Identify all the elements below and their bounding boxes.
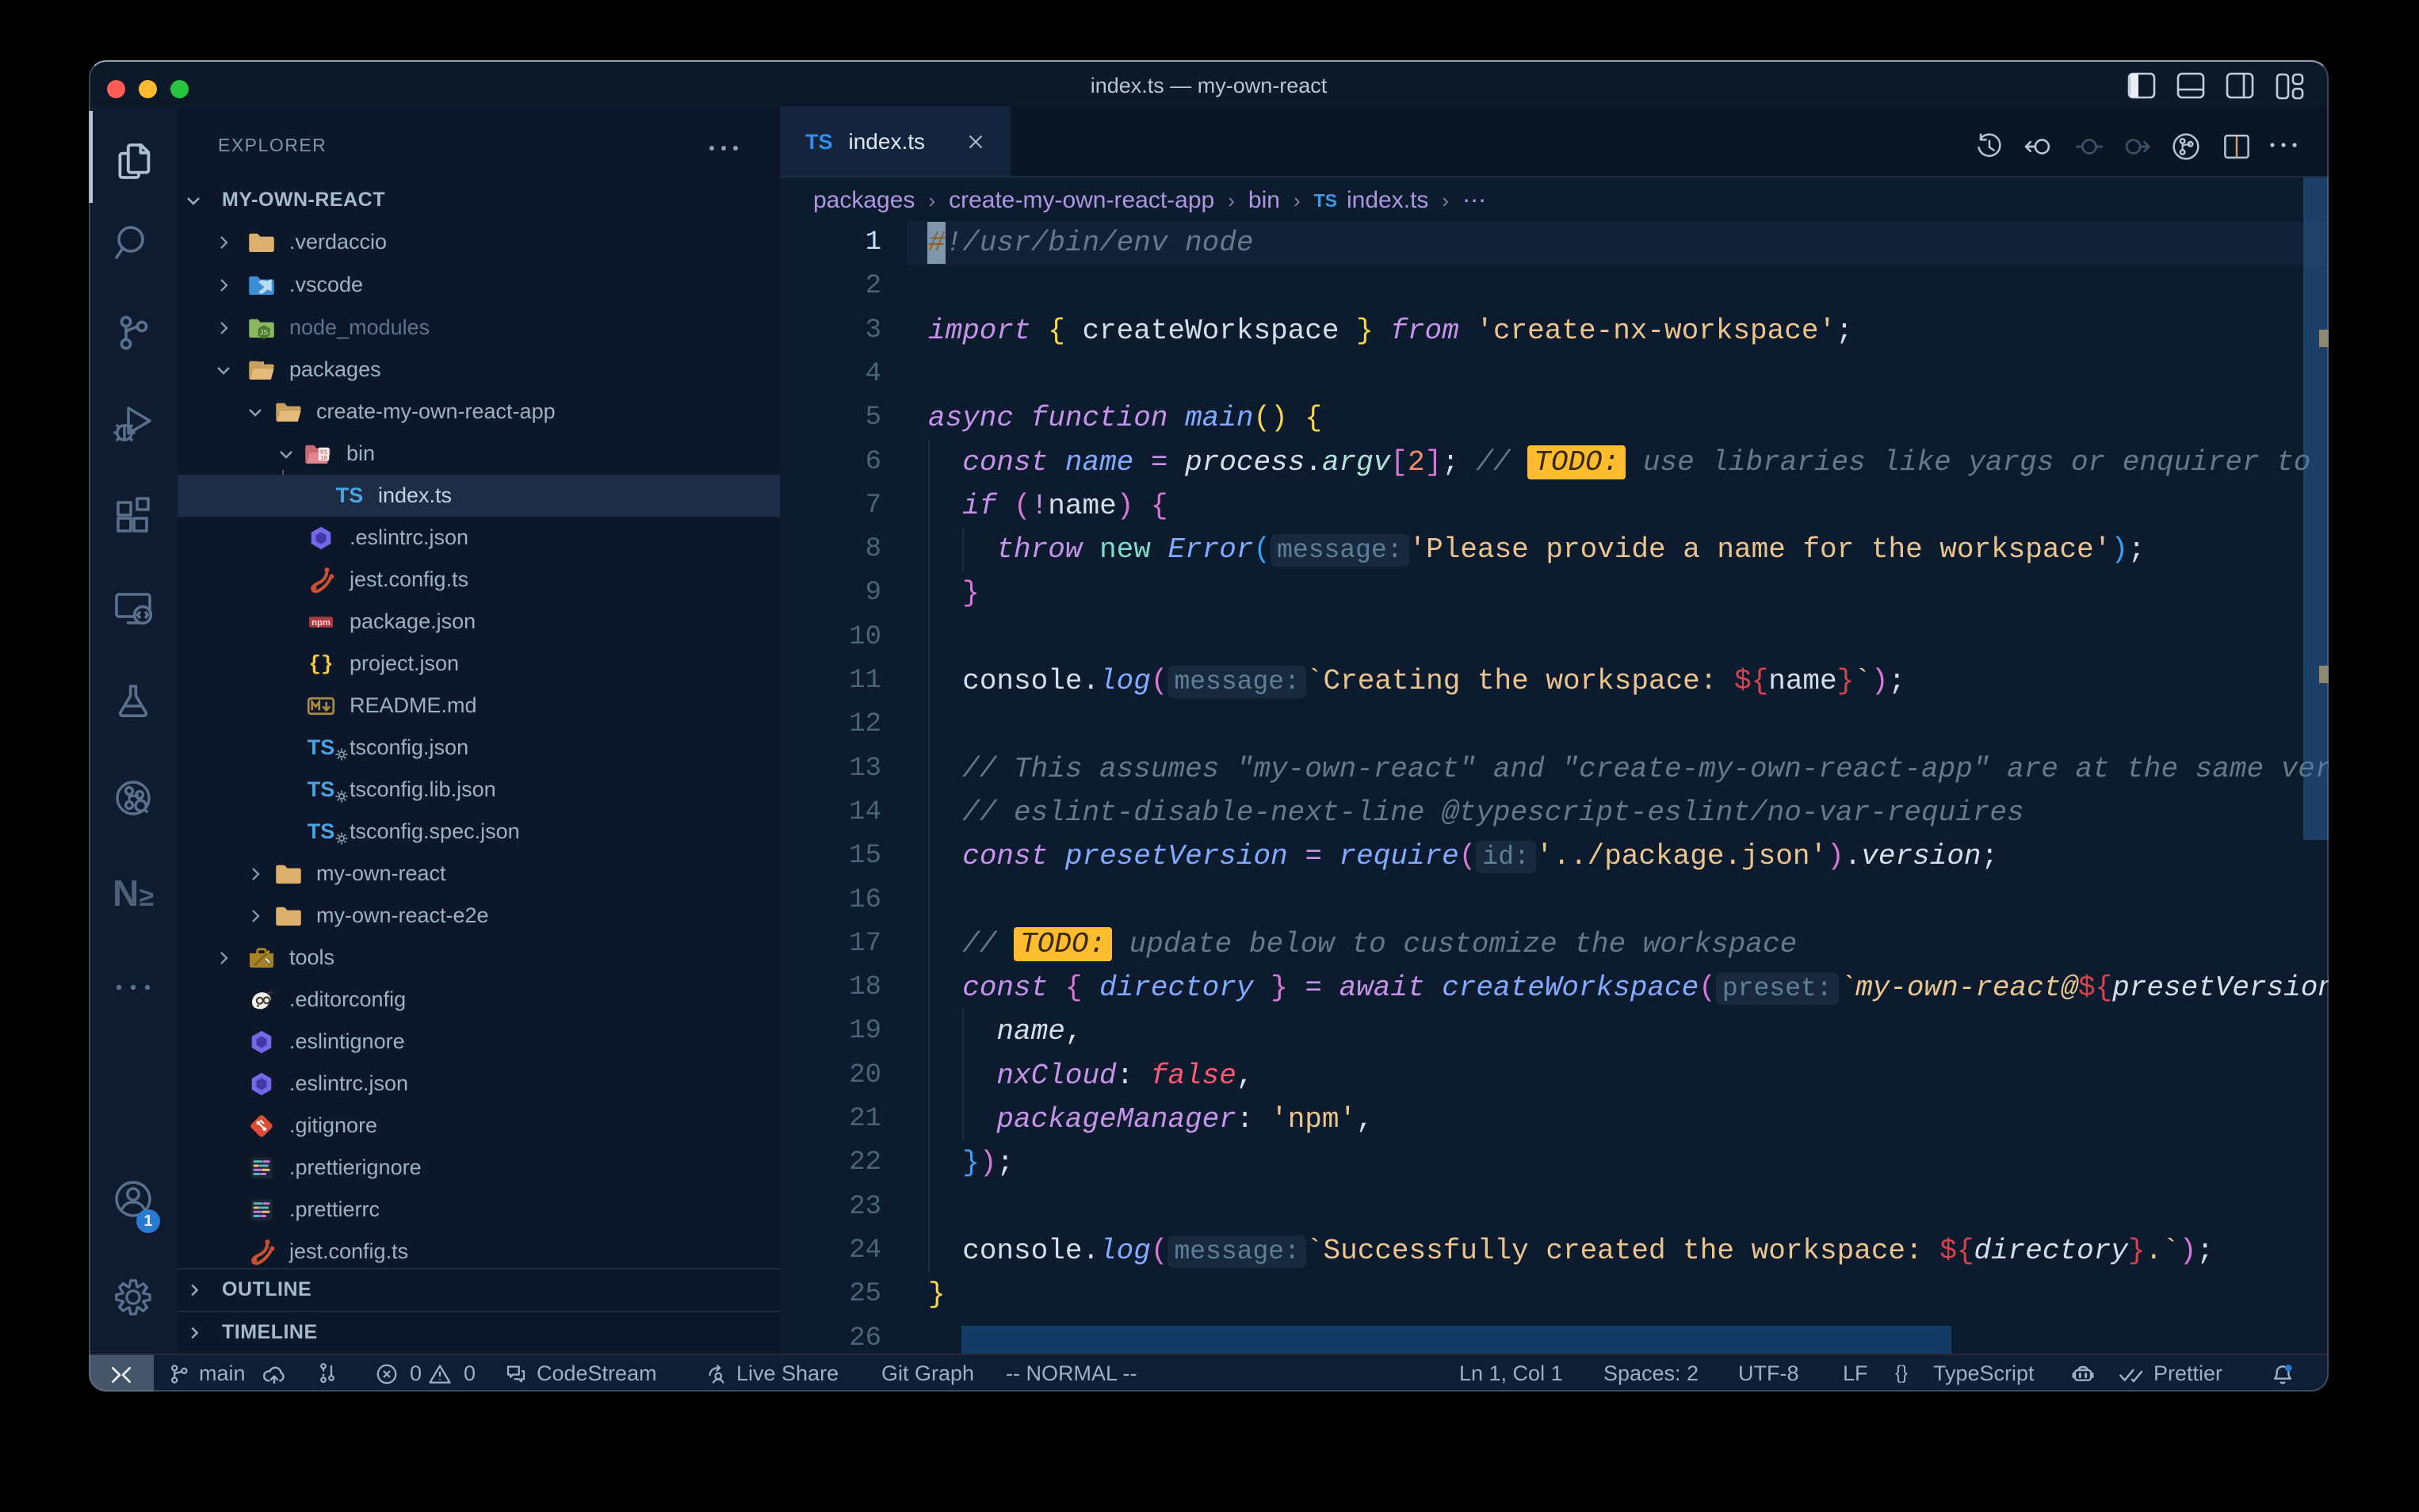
svg-text:10: 10: [320, 455, 328, 461]
svg-text:npm: npm: [311, 618, 331, 628]
svg-text:JS: JS: [260, 328, 269, 336]
